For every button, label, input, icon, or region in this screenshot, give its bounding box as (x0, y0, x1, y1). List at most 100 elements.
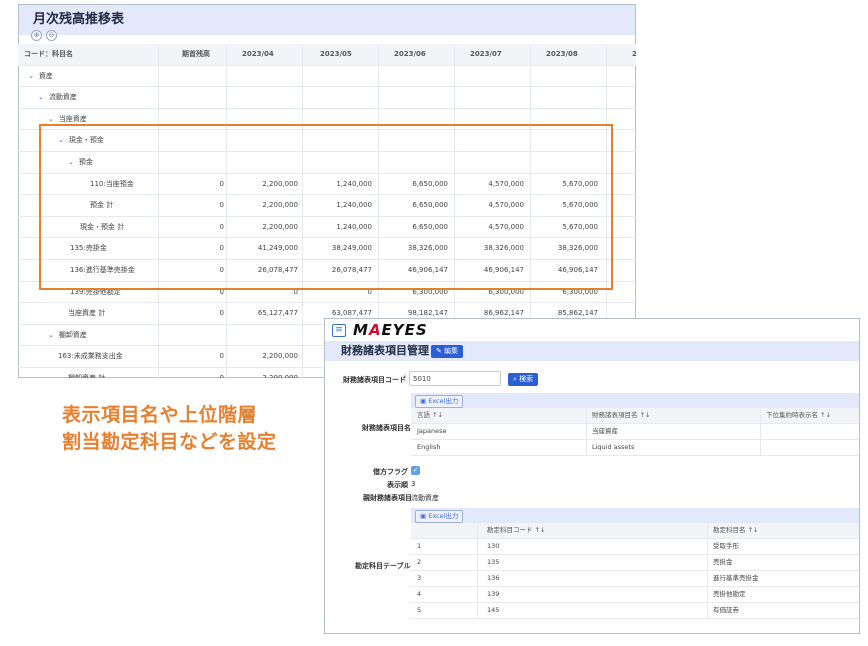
column-divider (707, 603, 708, 618)
table-cell: 当座資産 (592, 427, 618, 435)
table-cell: 3 (417, 574, 422, 582)
table-cell: 135 (487, 558, 500, 566)
row-label-cell: 163:未成業務支出金 (58, 346, 123, 367)
column-header[interactable]: 財務諸表項目名 ↑↓ (592, 408, 650, 423)
row-label: 棚卸資産 計 (68, 373, 106, 378)
brand-logo: MAEYES (353, 321, 428, 339)
value-cell: 2,200,000 (262, 352, 298, 361)
column-header[interactable]: 2023/08 (546, 44, 578, 65)
grid-row[interactable]: ⌄ 流動資産 (18, 87, 636, 109)
table-row[interactable]: 3 136 進行基準売掛金 (411, 571, 859, 587)
column-divider (477, 555, 478, 570)
row-label: 棚卸資産 (58, 330, 87, 339)
row-label: 163:未成業務支出金 (58, 352, 123, 361)
table-header-row: 勘定科目コード ↑↓ 勘定科目名 ↑↓ (411, 523, 859, 539)
column-header[interactable]: 2023/07 (470, 44, 502, 65)
column-header[interactable]: 2023/05 (320, 44, 352, 65)
table-row[interactable]: 5 145 有価証券 (411, 603, 859, 619)
chevron-down-icon[interactable]: ⌄ (28, 72, 34, 80)
parent-label: 親財務諸表項目 (363, 494, 412, 502)
highlight-box (39, 124, 613, 290)
column-divider (477, 571, 478, 586)
table-row[interactable]: 4 139 売掛他勘定 (411, 587, 859, 603)
caption-line-1: 表示項目名や上位階層 (62, 404, 258, 426)
table-cell: 売掛金 (713, 558, 733, 566)
column-header[interactable]: 期首残高 (182, 44, 210, 65)
table-cell: Liquid assets (592, 443, 635, 451)
column-divider (586, 408, 587, 423)
column-header[interactable]: 言語 ↑↓ (417, 408, 443, 423)
excel-icon: ▣ (420, 512, 429, 520)
order-label: 表示順 (387, 481, 408, 489)
table-cell: English (417, 443, 441, 451)
table-cell: 5 (417, 606, 422, 614)
table-cell: 2 (417, 558, 422, 566)
column-header[interactable]: 勘定科目コード ↑↓ (487, 523, 545, 538)
column-header[interactable]: コード：科目名 (24, 44, 73, 65)
row-label: 当座資産 計 (68, 309, 106, 318)
table-cell: 進行基準売掛金 (713, 574, 759, 582)
debit-flag-label: 借方フラグ (373, 468, 408, 476)
name-toolbar: ▣ Excel出力 (411, 393, 859, 408)
account-panel: ▣ Excel出力 勘定科目コード ↑↓ 勘定科目名 ↑↓ 1 130 受取手形 2 135… (411, 508, 859, 619)
column-header[interactable]: 2023/06 (394, 44, 426, 65)
column-header[interactable]: 2023 (632, 44, 636, 65)
column-divider (586, 440, 587, 455)
table-row[interactable]: Japanese 当座資産 (411, 424, 859, 440)
table-row[interactable]: English Liquid assets (411, 440, 859, 456)
row-label-cell: ⌄ 流動資産 (38, 87, 77, 108)
table-row[interactable]: 2 135 売掛金 (411, 555, 859, 571)
caption-line-2: 割当勘定科目などを設定 (62, 431, 277, 453)
table-cell: 有価証券 (713, 606, 739, 614)
debit-flag-checkbox[interactable]: ✓ (411, 466, 420, 475)
code-input[interactable]: 5010 (409, 371, 501, 386)
excel-export-button[interactable]: ▣ Excel出力 (415, 510, 464, 523)
edit-button[interactable]: ✎ 編集 (431, 345, 464, 358)
table-header-row: 言語 ↑↓ 財務諸表項目名 ↑↓ 下位集約時表示名 ↑↓ (411, 408, 859, 424)
table-cell: 145 (487, 606, 500, 614)
chevron-down-icon[interactable]: ⌄ (38, 93, 44, 101)
table-cell: 売掛他勘定 (713, 590, 746, 598)
name-panel: ▣ Excel出力 言語 ↑↓ 財務諸表項目名 ↑↓ 下位集約時表示名 ↑↓ Japa… (411, 393, 859, 456)
table-cell: 130 (487, 542, 500, 550)
table-cell: 受取手形 (713, 542, 739, 550)
name-table: 言語 ↑↓ 財務諸表項目名 ↑↓ 下位集約時表示名 ↑↓ Japanese 当座資産 En… (411, 408, 859, 456)
column-header[interactable]: 下位集約時表示名 ↑↓ (766, 408, 831, 423)
table-cell: Japanese (417, 427, 447, 435)
menu-icon[interactable]: ≡ (332, 324, 346, 337)
row-label: 当座資産 (58, 114, 87, 123)
order-value: 3 (411, 480, 416, 488)
chevron-down-icon[interactable]: ⌄ (48, 115, 54, 123)
column-divider (707, 539, 708, 554)
name-label: 財務諸表項目名 (362, 424, 411, 432)
value-cell: 0 (219, 373, 224, 378)
search-button[interactable]: ⌕ 検索 (508, 373, 539, 386)
table-cell: 4 (417, 590, 422, 598)
excel-export-button[interactable]: ▣ Excel出力 (415, 395, 464, 408)
account-table: 勘定科目コード ↑↓ 勘定科目名 ↑↓ 1 130 受取手形 2 135 売掛金 3 136 進行基… (411, 523, 859, 619)
row-label-cell: ⌄ 棚卸資産 (48, 325, 87, 346)
column-divider (477, 603, 478, 618)
item-management-window: ≡ MAEYES 財務諸表項目管理 ✎ 編集 財務諸表項目コード * 5010 … (324, 318, 860, 634)
chevron-down-icon[interactable]: ⌄ (48, 331, 54, 339)
row-label: 資産 (38, 71, 53, 80)
column-header[interactable]: 2023/04 (242, 44, 274, 65)
excel-icon: ▣ (420, 397, 429, 405)
row-label-cell: 当座資産 計 (68, 303, 105, 324)
column-divider (477, 539, 478, 554)
column-divider (707, 555, 708, 570)
grid-header-row: コード：科目名 期首残高 2023/04 2023/05 2023/06 2023/07 2… (18, 44, 636, 66)
row-label-cell: 棚卸資産 計 (68, 368, 105, 378)
column-header[interactable]: 勘定科目名 ↑↓ (713, 523, 758, 538)
grid-row[interactable]: ⌄ 資産 (18, 66, 636, 88)
table-cell: 139 (487, 590, 500, 598)
required-mark: * (403, 374, 407, 382)
column-divider (477, 587, 478, 602)
account-toolbar: ▣ Excel出力 (411, 508, 859, 523)
row-label-cell: ⌄ 資産 (28, 66, 53, 87)
table-row[interactable]: 1 130 受取手形 (411, 539, 859, 555)
value-cell: 0 (219, 309, 224, 318)
column-divider (707, 523, 708, 538)
page-title: 財務諸表項目管理 (341, 344, 429, 357)
value-cell: 2,200,000 (262, 373, 298, 378)
